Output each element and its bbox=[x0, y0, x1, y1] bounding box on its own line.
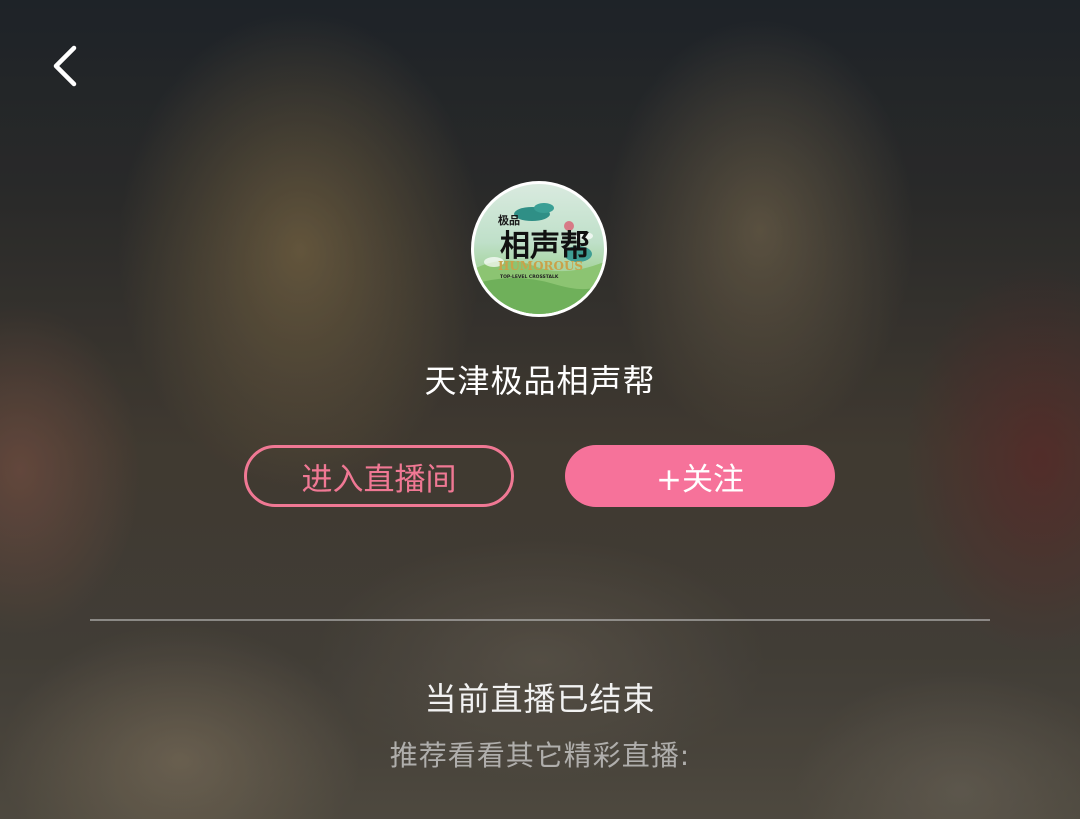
chevron-left-icon bbox=[53, 45, 77, 87]
svg-text:极品: 极品 bbox=[498, 213, 520, 227]
enter-live-room-button[interactable]: 进入直播间 bbox=[244, 445, 514, 507]
back-button[interactable] bbox=[44, 38, 92, 94]
recommend-text: 推荐看看其它精彩直播: bbox=[389, 739, 691, 772]
avatar-logo: 极品 相声帮 HUMOROUS TOP-LEVEL CROSSTALK bbox=[474, 203, 604, 314]
anchor-avatar[interactable]: 极品 相声帮 HUMOROUS TOP-LEVEL CROSSTALK bbox=[471, 181, 607, 317]
svg-text:TOP-LEVEL CROSSTALK: TOP-LEVEL CROSSTALK bbox=[500, 274, 559, 280]
svg-text:HUMOROUS: HUMOROUS bbox=[498, 259, 583, 273]
divider bbox=[90, 619, 990, 621]
anchor-name: 天津极品相声帮 bbox=[424, 362, 656, 400]
follow-button[interactable]: +关注 bbox=[565, 445, 835, 507]
live-ended-text: 当前直播已结束 bbox=[424, 680, 656, 718]
